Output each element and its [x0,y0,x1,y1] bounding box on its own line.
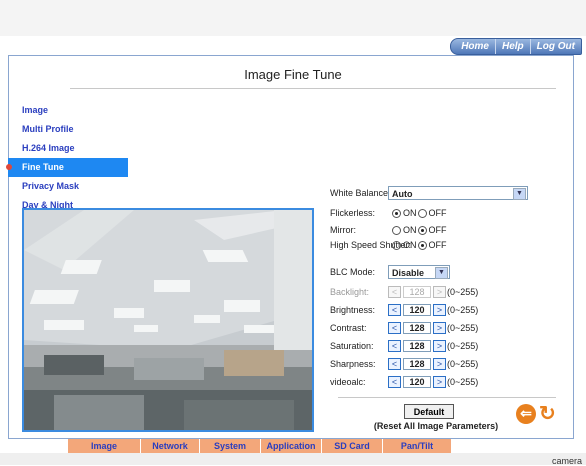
videoalc-decrement-button[interactable]: < [388,376,401,388]
nav-network[interactable]: Network [141,439,200,453]
flickerless-on-radio[interactable] [392,208,401,218]
white-balance-value: Auto [392,189,413,199]
saturation-value[interactable]: 128 [403,340,431,352]
default-button[interactable]: Default [404,404,454,419]
contrast-label: Contrast: [330,323,367,333]
videoalc-label: videoalc: [330,377,366,387]
shutter-off-radio[interactable] [417,240,427,250]
saturation-label: Saturation: [330,341,374,351]
brightness-row: Brightness: < 120 > (0~255) [330,304,478,316]
shutter-off-label: OFF [428,240,447,250]
backlight-increment-button[interactable]: > [433,286,446,298]
backlight-row: Backlight: < 128 > (0~255) [330,286,478,298]
footer-bar [0,453,586,465]
backlight-label: Backlight: [330,287,370,297]
nav-sd-card[interactable]: SD Card [322,439,383,453]
saturation-increment-button[interactable]: > [433,340,446,352]
sharpness-label: Sharpness: [330,359,376,369]
nav-pan-tilt[interactable]: Pan/Tilt [383,439,452,453]
page-title: Image Fine Tune [244,67,342,82]
chevron-down-icon: ▼ [513,188,526,200]
blc-mode-row: BLC Mode: Disable ▼ [330,265,450,279]
blc-mode-label: BLC Mode: [330,267,376,277]
sharpness-value[interactable]: 128 [403,358,431,370]
nav-image[interactable]: Image [68,439,141,453]
blc-mode-select[interactable]: Disable ▼ [388,265,450,279]
top-band [0,0,586,36]
contrast-row: Contrast: < 128 > (0~255) [330,322,478,334]
videoalc-value[interactable]: 120 [403,376,431,388]
videoalc-increment-button[interactable]: > [433,376,446,388]
flickerless-label: Flickerless: [330,208,376,218]
white-balance-row: White Balance: Auto ▼ [330,186,528,200]
menu-item-privacy-mask[interactable]: Privacy Mask [22,177,128,196]
sharpness-row: Sharpness: < 128 > (0~255) [330,358,478,370]
mirror-on-radio[interactable] [392,225,401,235]
contrast-value[interactable]: 128 [403,322,431,334]
nav-application[interactable]: Application [261,439,322,453]
backlight-decrement-button[interactable]: < [388,286,401,298]
brightness-range: (0~255) [447,305,479,315]
mirror-off-label: OFF [428,225,447,235]
side-menu: Image Multi Profile H.264 Image Fine Tun… [6,101,128,215]
back-arrow-icon[interactable]: ⇐ [516,404,536,424]
refresh-icon[interactable]: ↻ [539,403,556,425]
menu-item-fine-tune[interactable]: Fine Tune [6,158,128,177]
logout-link[interactable]: Log Out [529,39,581,54]
home-link[interactable]: Home [451,39,495,54]
high-speed-shutter-label: High Speed Shutter: [330,240,412,250]
contrast-increment-button[interactable]: > [433,322,446,334]
help-link[interactable]: Help [495,39,530,54]
blc-mode-value: Disable [392,268,425,278]
backlight-value[interactable]: 128 [403,286,431,298]
mirror-label: Mirror: [330,225,356,235]
chevron-down-icon: ▼ [435,267,448,279]
brightness-value[interactable]: 120 [403,304,431,316]
mirror-on-label: ON [403,225,417,235]
live-video-preview [22,208,314,432]
high-speed-shutter-row: High Speed Shutter: ON OFF [330,240,447,250]
shutter-on-label: ON [403,240,417,250]
title-divider [70,88,556,89]
videoalc-range: (0~255) [447,377,479,387]
reset-note: (Reset All Image Parameters) [373,421,499,431]
menu-item-fine-tune-label: Fine Tune [22,162,64,172]
flickerless-off-radio[interactable] [417,208,427,218]
saturation-decrement-button[interactable]: < [388,340,401,352]
videoalc-row: videoalc: < 120 > (0~255) [330,376,478,388]
flickerless-on-label: ON [403,208,417,218]
contrast-range: (0~255) [447,323,479,333]
white-balance-label: White Balance: [330,188,391,198]
brightness-label: Brightness: [330,305,376,315]
active-bullet-icon [6,164,12,170]
contrast-decrement-button[interactable]: < [388,322,401,334]
flickerless-row: Flickerless: ON OFF [330,208,447,218]
saturation-range: (0~255) [447,341,479,351]
mirror-row: Mirror: ON OFF [330,225,447,235]
shutter-on-radio[interactable] [392,240,401,250]
white-balance-select[interactable]: Auto ▼ [388,186,528,200]
menu-item-multi-profile[interactable]: Multi Profile [22,120,128,139]
top-navigation: Home Help Log Out [450,38,582,55]
brightness-decrement-button[interactable]: < [388,304,401,316]
flickerless-off-label: OFF [428,208,447,218]
backlight-range: (0~255) [447,287,479,297]
sharpness-increment-button[interactable]: > [433,358,446,370]
mirror-off-radio[interactable] [417,225,427,235]
brightness-increment-button[interactable]: > [433,304,446,316]
nav-system[interactable]: System [200,439,261,453]
office-scene-image [24,210,312,430]
sharpness-decrement-button[interactable]: < [388,358,401,370]
form-divider [338,397,556,398]
sharpness-range: (0~255) [447,359,479,369]
menu-item-image[interactable]: Image [22,101,128,120]
menu-item-h264-image[interactable]: H.264 Image [22,139,128,158]
bottom-navigation: Image Network System Application SD Card… [68,439,452,453]
saturation-row: Saturation: < 128 > (0~255) [330,340,478,352]
